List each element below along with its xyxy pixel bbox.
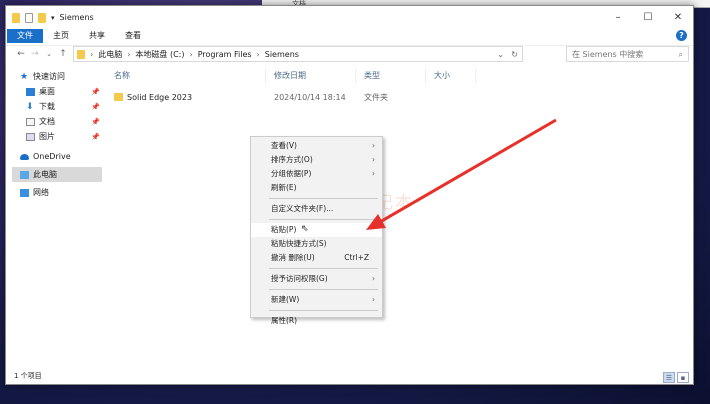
annotation-arrow [366,118,557,230]
arrow-shaft [379,118,557,224]
arrow-head-icon [366,214,386,230]
